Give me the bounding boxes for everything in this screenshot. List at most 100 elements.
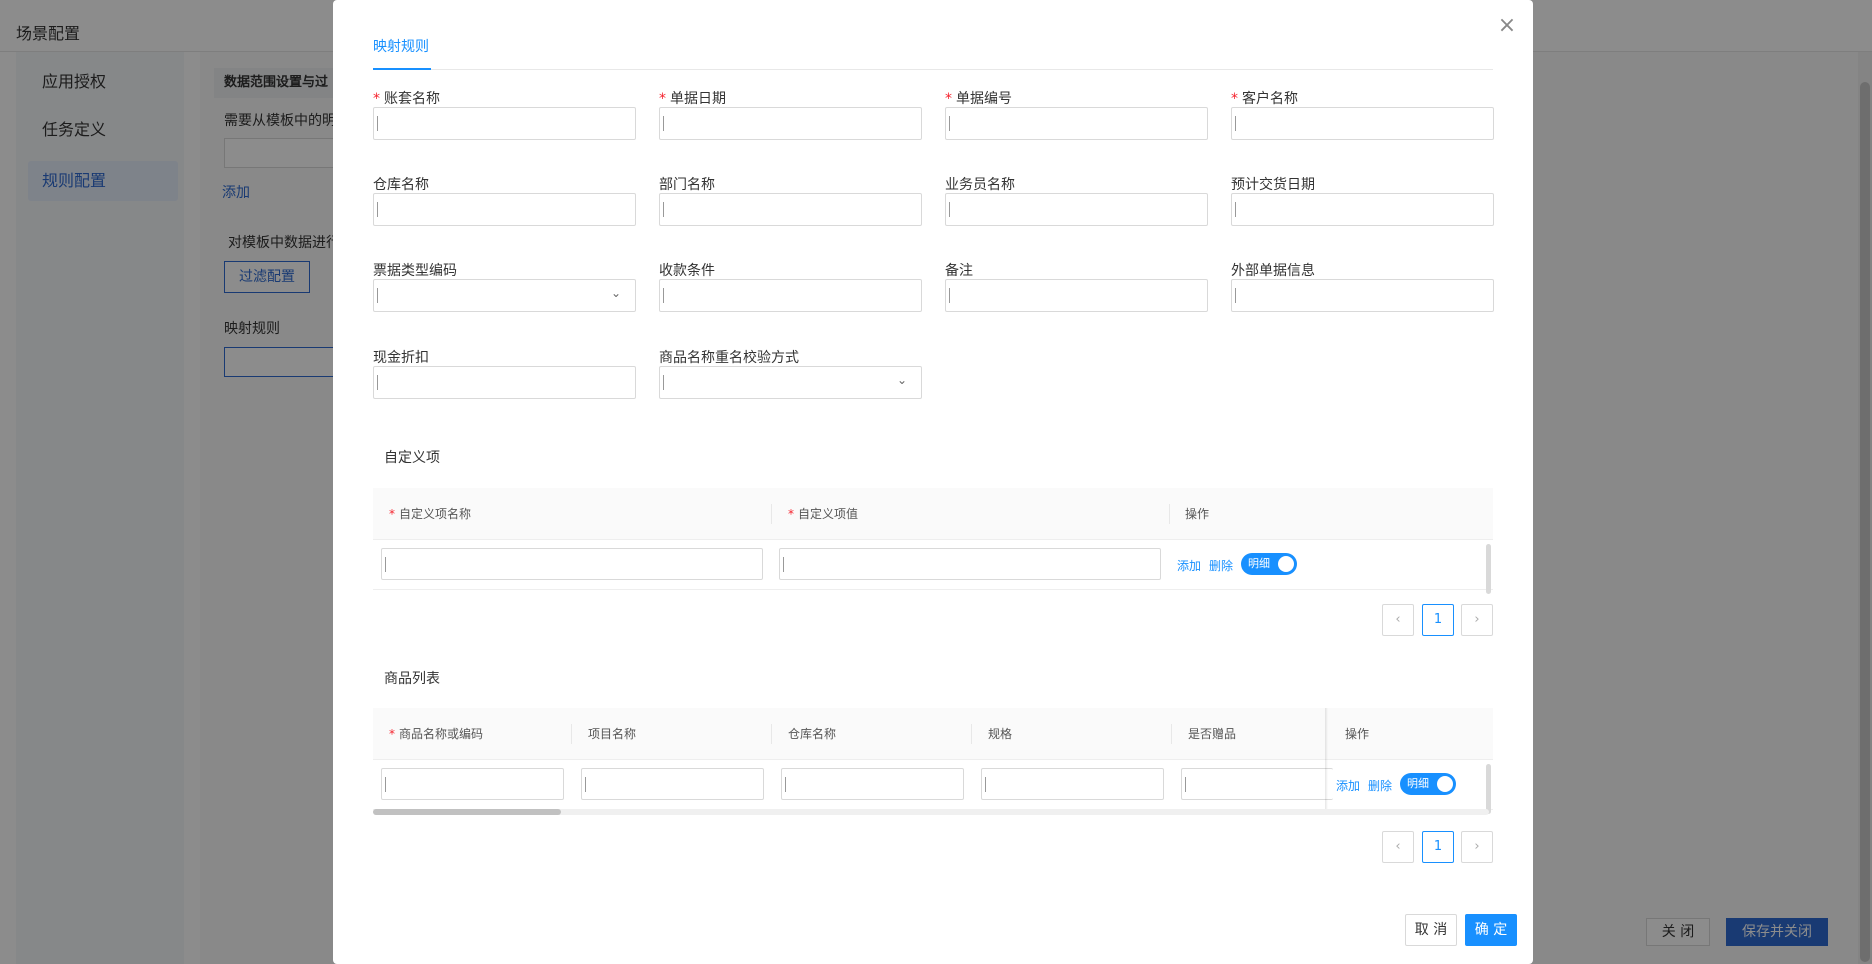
chevron-down-icon[interactable]: ⌄ bbox=[611, 286, 621, 300]
add-row-link[interactable]: 添加 bbox=[1336, 777, 1360, 794]
external-doc-input[interactable] bbox=[1231, 279, 1494, 312]
field-label: 部门名称 bbox=[659, 177, 715, 193]
warehouse-name-input[interactable] bbox=[781, 768, 964, 800]
delivery-date-input[interactable] bbox=[1231, 193, 1494, 226]
column-divider bbox=[571, 724, 572, 744]
remark-input[interactable] bbox=[945, 279, 1208, 312]
delete-row-link[interactable]: 删除 bbox=[1209, 557, 1233, 574]
next-page-button[interactable]: › bbox=[1461, 604, 1493, 636]
tab-mapping-rule[interactable]: 映射规则 bbox=[373, 36, 431, 70]
field-label: 单据日期 bbox=[670, 91, 726, 107]
spec-input[interactable] bbox=[981, 768, 1164, 800]
text-caret bbox=[785, 777, 786, 792]
custom-items-table: * 自定义项名称 * 自定义项值 操作 添加 删除 明细 bbox=[373, 488, 1493, 594]
column-header: * 商品名称或编码 bbox=[389, 727, 484, 741]
cancel-button[interactable]: 取 消 bbox=[1405, 914, 1457, 946]
page-1-button[interactable]: 1 bbox=[1422, 604, 1454, 636]
custom-item-name-input[interactable] bbox=[381, 548, 763, 580]
detail-toggle[interactable]: 明细 bbox=[1400, 773, 1456, 795]
is-gift-input[interactable] bbox=[1181, 768, 1333, 800]
text-caret bbox=[949, 288, 950, 303]
text-caret bbox=[377, 116, 378, 131]
doc-date-input[interactable] bbox=[659, 107, 922, 140]
dialog-tabs: 映射规则 bbox=[373, 36, 1493, 70]
field-label: 单据编号 bbox=[956, 91, 1012, 107]
goods-list-table: * 商品名称或编码 项目名称 仓库名称 规格 是否赠品 操作 添加 删除 明细 bbox=[373, 708, 1493, 814]
required-mark: * bbox=[788, 507, 794, 521]
page-1-button[interactable]: 1 bbox=[1422, 831, 1454, 863]
horizontal-scrollbar[interactable] bbox=[373, 809, 1489, 815]
toggle-label: 明细 bbox=[1407, 777, 1429, 790]
column-header: 操作 bbox=[1345, 727, 1370, 741]
delete-row-link[interactable]: 删除 bbox=[1368, 777, 1392, 794]
detail-toggle[interactable]: 明细 bbox=[1241, 553, 1297, 575]
text-caret bbox=[385, 777, 386, 792]
fixed-column-shadow bbox=[1325, 708, 1328, 810]
row-scrollbar[interactable] bbox=[1486, 764, 1491, 814]
column-divider bbox=[1169, 504, 1170, 524]
table-row: 添加 删除 明细 bbox=[373, 540, 1493, 594]
project-name-input[interactable] bbox=[581, 768, 764, 800]
prev-page-button[interactable]: ‹ bbox=[1382, 604, 1414, 636]
table-header: * 自定义项名称 * 自定义项值 操作 bbox=[373, 488, 1493, 540]
next-page-button[interactable]: › bbox=[1461, 831, 1493, 863]
chevron-down-icon[interactable]: ⌄ bbox=[897, 373, 907, 387]
column-header: 操作 bbox=[1185, 507, 1210, 521]
field-label: 客户名称 bbox=[1242, 91, 1298, 107]
custom-item-value-input[interactable] bbox=[779, 548, 1161, 580]
cash-discount-input[interactable] bbox=[373, 366, 636, 399]
duplicate-check-select[interactable]: ⌄ bbox=[659, 366, 922, 399]
field-label: 票据类型编码 bbox=[373, 263, 457, 279]
text-caret bbox=[377, 202, 378, 217]
column-divider bbox=[1171, 724, 1172, 744]
salesperson-input[interactable] bbox=[945, 193, 1208, 226]
text-caret bbox=[663, 375, 664, 390]
text-caret bbox=[663, 202, 664, 217]
payment-terms-input[interactable] bbox=[659, 279, 922, 312]
account-set-input[interactable] bbox=[373, 107, 636, 140]
text-caret bbox=[1185, 777, 1186, 792]
field-label: 收款条件 bbox=[659, 263, 715, 279]
required-mark: * bbox=[389, 727, 395, 741]
text-caret bbox=[1235, 202, 1236, 217]
field-label: 备注 bbox=[945, 263, 973, 279]
add-row-link[interactable]: 添加 bbox=[1177, 557, 1201, 574]
bill-type-select[interactable]: ⌄ bbox=[373, 279, 636, 312]
field-label: 预计交货日期 bbox=[1231, 177, 1315, 193]
column-header: * 自定义项名称 bbox=[389, 507, 472, 521]
required-mark: * bbox=[389, 507, 395, 521]
text-caret bbox=[377, 288, 378, 303]
toggle-knob bbox=[1437, 776, 1453, 792]
text-caret bbox=[949, 116, 950, 131]
text-caret bbox=[663, 288, 664, 303]
text-caret bbox=[1235, 288, 1236, 303]
column-divider bbox=[771, 504, 772, 524]
column-divider bbox=[971, 724, 972, 744]
horizontal-scrollbar-thumb[interactable] bbox=[373, 809, 561, 815]
text-caret bbox=[377, 375, 378, 390]
text-caret bbox=[783, 557, 784, 572]
column-header: * 自定义项值 bbox=[788, 507, 859, 521]
prev-page-button[interactable]: ‹ bbox=[1382, 831, 1414, 863]
confirm-button[interactable]: 确 定 bbox=[1465, 914, 1517, 946]
column-header: 仓库名称 bbox=[788, 727, 837, 741]
column-header: 是否赠品 bbox=[1188, 727, 1237, 741]
custom-items-title: 自定义项 bbox=[384, 450, 440, 466]
goods-name-input[interactable] bbox=[381, 768, 564, 800]
goods-list-title: 商品列表 bbox=[384, 671, 440, 687]
required-mark: * bbox=[1231, 91, 1238, 107]
field-label: 外部单据信息 bbox=[1231, 263, 1315, 279]
department-input[interactable] bbox=[659, 193, 922, 226]
close-icon[interactable]: × bbox=[1495, 14, 1519, 38]
customer-name-input[interactable] bbox=[1231, 107, 1494, 140]
mapping-rule-dialog: × 映射规则 * 账套名称 * 单据日期 * 单据编号 * 客户名称 仓库名称 部门名称… bbox=[333, 0, 1533, 964]
warehouse-input[interactable] bbox=[373, 193, 636, 226]
doc-number-input[interactable] bbox=[945, 107, 1208, 140]
text-caret bbox=[985, 777, 986, 792]
row-scrollbar[interactable] bbox=[1486, 544, 1491, 594]
required-mark: * bbox=[373, 91, 380, 107]
column-header: 规格 bbox=[988, 727, 1013, 741]
field-label: 商品名称重名校验方式 bbox=[659, 350, 799, 366]
field-label: 仓库名称 bbox=[373, 177, 429, 193]
column-divider bbox=[771, 724, 772, 744]
